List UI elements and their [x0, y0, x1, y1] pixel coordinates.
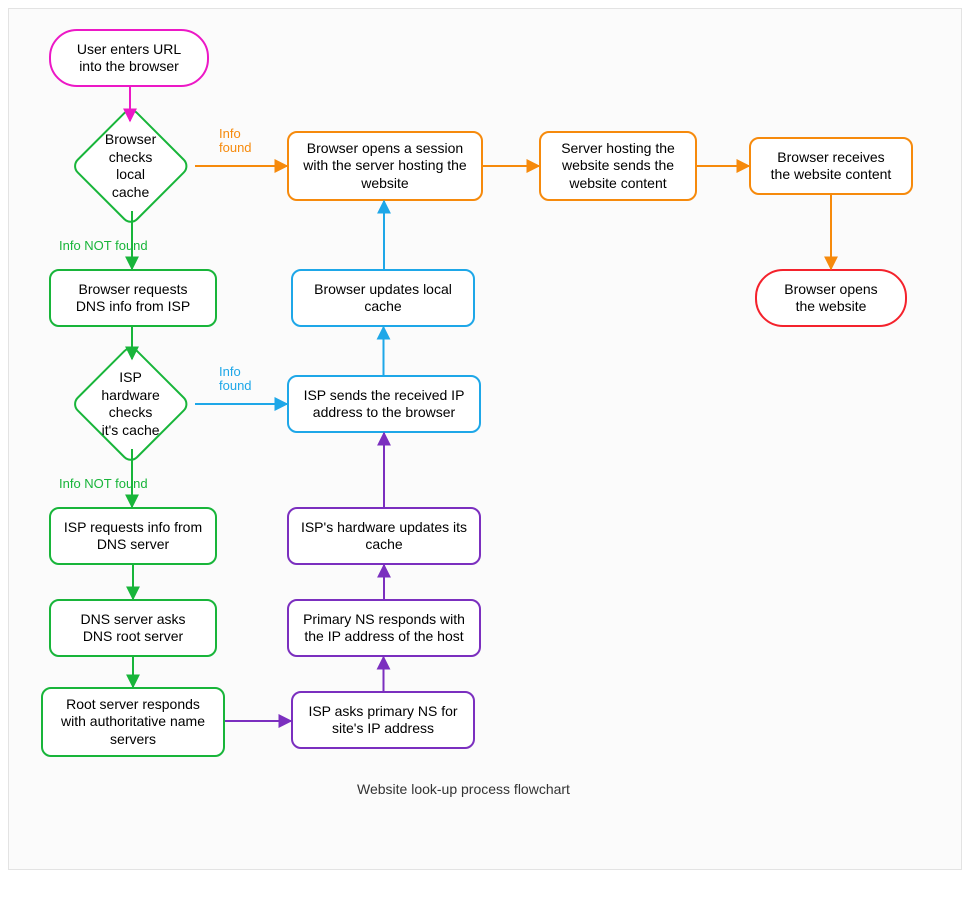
node-browser-cache: Browser checkslocal cache: [71, 106, 192, 227]
edge-label: Infofound: [219, 127, 252, 156]
flowchart-panel: { "colors": { "magenta": "#ec18c6", "gre…: [8, 8, 962, 870]
diagram-caption: Website look-up process flowchart: [357, 781, 570, 797]
node-label: User enters URLinto the browser: [77, 41, 181, 76]
node-isp-asks-ns: ISP asks primary NS forsite's IP address: [291, 691, 475, 749]
node-label: Server hosting thewebsite sends thewebsi…: [561, 140, 675, 193]
node-label: Browser opensthe website: [784, 281, 877, 316]
edge-label: Info NOT found: [59, 477, 148, 491]
node-label: DNS server asksDNS root server: [80, 611, 185, 646]
node-browser-receives: Browser receivesthe website content: [749, 137, 913, 195]
edge-label: Infofound: [219, 365, 252, 394]
node-dns-root: DNS server asksDNS root server: [49, 599, 217, 657]
node-label: Browser checkslocal cache: [100, 131, 162, 201]
node-label: Browser updates localcache: [314, 281, 452, 316]
node-root-responds: Root server respondswith authoritative n…: [41, 687, 225, 757]
node-label: Primary NS responds withthe IP address o…: [303, 611, 465, 646]
node-isp-request-dns: ISP requests info fromDNS server: [49, 507, 217, 565]
node-label: Browser requestsDNS info from ISP: [76, 281, 190, 316]
node-browser-cache-update: Browser updates localcache: [291, 269, 475, 327]
node-label: Browser opens a sessionwith the server h…: [303, 140, 466, 193]
node-label: Root server respondswith authoritative n…: [61, 696, 205, 749]
node-label: ISP's hardware updates itscache: [301, 519, 467, 554]
node-ns-responds: Primary NS responds withthe IP address o…: [287, 599, 481, 657]
node-label: ISP asks primary NS forsite's IP address: [308, 703, 457, 738]
node-start: User enters URLinto the browser: [49, 29, 209, 87]
node-label: ISP hardwarechecks it's cache: [100, 369, 162, 439]
node-end: Browser opensthe website: [755, 269, 907, 327]
node-label: ISP requests info fromDNS server: [64, 519, 202, 554]
node-isp-cache-update: ISP's hardware updates itscache: [287, 507, 481, 565]
node-label: ISP sends the received IPaddress to the …: [304, 387, 465, 422]
node-open-session: Browser opens a sessionwith the server h…: [287, 131, 483, 201]
node-request-isp: Browser requestsDNS info from ISP: [49, 269, 217, 327]
edge-label: Info NOT found: [59, 239, 148, 253]
node-server-sends: Server hosting thewebsite sends thewebsi…: [539, 131, 697, 201]
node-label: Browser receivesthe website content: [771, 149, 892, 184]
node-isp-cache: ISP hardwarechecks it's cache: [71, 344, 192, 465]
node-isp-sends-ip: ISP sends the received IPaddress to the …: [287, 375, 481, 433]
